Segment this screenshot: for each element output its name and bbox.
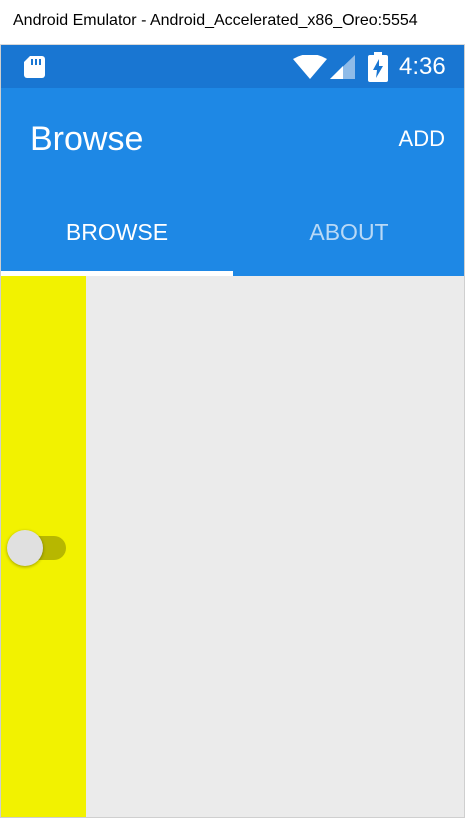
window-titlebar: Android Emulator - Android_Accelerated_x… <box>0 0 465 45</box>
yellow-panel <box>1 276 86 817</box>
tab-about[interactable]: ABOUT <box>233 188 464 276</box>
add-button[interactable]: ADD <box>399 125 445 153</box>
app-toolbar: Browse ADD <box>1 88 464 188</box>
status-bar: 4:36 <box>1 45 464 88</box>
toggle-switch[interactable] <box>7 528 67 568</box>
page-title: Browse <box>30 120 144 158</box>
window-title: Android Emulator - Android_Accelerated_x… <box>13 12 418 29</box>
browse-content <box>1 276 464 817</box>
tab-browse[interactable]: BROWSE <box>1 188 233 276</box>
wifi-icon <box>293 55 327 79</box>
status-time: 4:36 <box>399 53 446 80</box>
tab-bar: BROWSE ABOUT <box>1 188 464 276</box>
sd-card-icon <box>24 56 45 78</box>
emulator-screen: 4:36 Browse ADD BROWSE ABOUT <box>0 45 465 818</box>
battery-charging-icon <box>368 52 388 82</box>
signal-icon <box>330 55 355 79</box>
switch-thumb <box>7 530 43 566</box>
